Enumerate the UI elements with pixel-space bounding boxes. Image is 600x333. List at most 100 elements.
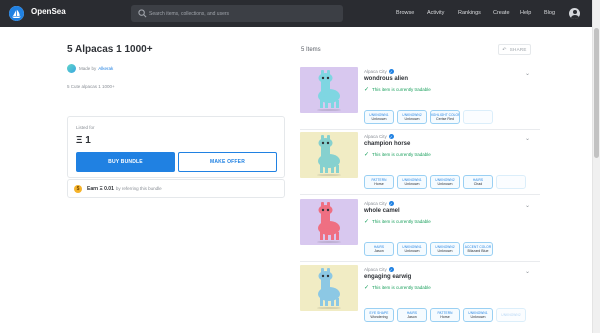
- trait-chip[interactable]: ACCENT COLOR Blizzard Blue: [463, 242, 493, 256]
- trait-chip[interactable]: UNKNOWN2: [496, 308, 526, 322]
- make-offer-button[interactable]: MAKE OFFER: [178, 152, 277, 172]
- nav-help[interactable]: Help: [520, 10, 531, 16]
- tradable-status: ✓ This item is currently tradable: [364, 151, 431, 158]
- card-divider: [300, 194, 540, 195]
- referral-panel: $ Earn Ξ 0.01 by referring this bundle: [67, 179, 285, 198]
- chevron-down-icon[interactable]: ⌄: [525, 268, 530, 275]
- made-by-label: Made by: [79, 66, 97, 71]
- share-button[interactable]: ↶ SHARE: [498, 44, 531, 55]
- trait-value: Horse: [374, 182, 384, 186]
- verified-badge-icon: ✓: [388, 134, 394, 139]
- collection-label: Alpaca City: [364, 201, 387, 206]
- chevron-down-icon[interactable]: ⌄: [525, 135, 530, 142]
- alpaca-image-icon: [317, 70, 341, 111]
- card-divider: [300, 261, 540, 262]
- item-name[interactable]: wondrous alien: [364, 76, 408, 82]
- creator-avatar[interactable]: [67, 64, 76, 73]
- bundle-description: 5 Cute alpacas 1 1000+: [67, 84, 115, 89]
- item-image[interactable]: [300, 265, 358, 311]
- trait-value: Chad: [473, 182, 483, 186]
- trait-value: Jason: [374, 249, 384, 253]
- bundle-item-card[interactable]: Alpaca City ✓ engaging earwig ✓ This ite…: [300, 265, 540, 329]
- check-icon: ✓: [364, 219, 370, 225]
- trait-chip[interactable]: PATTERN Horse: [430, 308, 460, 322]
- tradable-label: This item is currently tradable: [372, 285, 431, 290]
- trait-chip[interactable]: UNKNOWN2 Unknown: [397, 110, 427, 124]
- nav-activity[interactable]: Activity: [427, 10, 444, 16]
- nav-blog[interactable]: Blog: [544, 10, 555, 16]
- trait-chip[interactable]: UNKNOWN1 Unknown: [397, 175, 427, 189]
- item-name[interactable]: champion horse: [364, 141, 410, 147]
- share-label: SHARE: [509, 47, 527, 52]
- trait-chip[interactable]: HAIRS Chad: [463, 175, 493, 189]
- chevron-down-icon[interactable]: ⌄: [525, 202, 530, 209]
- made-by-line: Made by Alkerak: [67, 64, 113, 73]
- nav-browse[interactable]: Browse: [396, 10, 414, 16]
- trait-value: Jason: [407, 315, 417, 319]
- trait-chip[interactable]: HIGHLIGHT COLOR Cerise Red: [430, 110, 460, 124]
- trait-value: Blizzard Blue: [467, 249, 489, 253]
- account-avatar-icon[interactable]: [569, 8, 580, 19]
- item-image[interactable]: [300, 132, 358, 178]
- trait-value: Unknown: [404, 117, 420, 121]
- share-icon: ↶: [502, 46, 507, 53]
- trait-chip[interactable]: EYE SHAPE Wondering: [364, 308, 394, 322]
- bundle-item-card[interactable]: Alpaca City ✓ whole camel ✓ This item is…: [300, 199, 540, 263]
- trait-chip[interactable]: UNKNOWN1 Unknown: [364, 110, 394, 124]
- trait-type: UNKNOWN2: [501, 313, 521, 317]
- trait-list: UNKNOWN1 Unknown UNKNOWN2 Unknown HIGHLI…: [364, 110, 496, 124]
- tradable-label: This item is currently tradable: [372, 152, 431, 157]
- bundle-item-card[interactable]: Alpaca City ✓ champion horse ✓ This item…: [300, 132, 540, 196]
- items-count: 5 Items: [301, 47, 321, 53]
- search-bar[interactable]: [131, 5, 343, 22]
- trait-value: Unknown: [470, 315, 486, 319]
- page-scrollbar[interactable]: [592, 0, 600, 333]
- collection-name[interactable]: Alpaca City ✓: [364, 69, 394, 74]
- creator-link[interactable]: Alkerak: [98, 66, 113, 71]
- check-icon: ✓: [364, 152, 370, 158]
- collection-name[interactable]: Alpaca City ✓: [364, 134, 394, 139]
- bundle-price: Ξ 1: [76, 135, 91, 146]
- collection-name[interactable]: Alpaca City ✓: [364, 267, 394, 272]
- item-name[interactable]: engaging earwig: [364, 274, 411, 280]
- tradable-status: ✓ This item is currently tradable: [364, 218, 431, 225]
- collection-label: Alpaca City: [364, 69, 387, 74]
- collection-label: Alpaca City: [364, 134, 387, 139]
- coin-icon: $: [74, 184, 82, 193]
- trait-value: Cerise Red: [436, 117, 454, 121]
- trait-list: HAIRS Jason UNKNOWN1 Unknown UNKNOWN2 Un…: [364, 242, 496, 256]
- item-image[interactable]: [300, 199, 358, 245]
- nav-rankings[interactable]: Rankings: [458, 10, 481, 16]
- trait-value: Unknown: [437, 249, 453, 253]
- scrollbar-thumb[interactable]: [594, 28, 599, 158]
- buy-bundle-button[interactable]: BUY BUNDLE: [76, 152, 175, 172]
- trait-chip[interactable]: [463, 110, 493, 124]
- opensea-logo-icon[interactable]: [9, 6, 24, 21]
- alpaca-image-icon: [317, 202, 341, 243]
- trait-chip[interactable]: UNKNOWN2 Unknown: [430, 175, 460, 189]
- trait-list: EYE SHAPE Wondering HAIRS Jason PATTERN …: [364, 308, 529, 322]
- earn-amount: Earn Ξ 0.01: [87, 185, 114, 192]
- brand-name[interactable]: OpenSea: [31, 7, 66, 16]
- nav-create[interactable]: Create: [493, 10, 510, 16]
- trait-chip[interactable]: UNKNOWN1 Unknown: [463, 308, 493, 322]
- price-panel: Listed for Ξ 1 BUY BUNDLE MAKE OFFER: [67, 116, 285, 178]
- trait-list: PATTERN Horse UNKNOWN1 Unknown UNKNOWN2 …: [364, 175, 529, 189]
- trait-chip[interactable]: HAIRS Jason: [364, 242, 394, 256]
- chevron-down-icon[interactable]: ⌄: [525, 70, 530, 77]
- tradable-label: This item is currently tradable: [372, 219, 431, 224]
- search-input[interactable]: [149, 7, 339, 20]
- trait-chip[interactable]: UNKNOWN1 Unknown: [397, 242, 427, 256]
- item-name[interactable]: whole camel: [364, 208, 400, 214]
- bundle-item-card[interactable]: Alpaca City ✓ wondrous alien ✓ This item…: [300, 67, 540, 131]
- earn-description: by referring this bundle: [115, 186, 162, 191]
- trait-chip[interactable]: HAIRS Jason: [397, 308, 427, 322]
- trait-chip[interactable]: PATTERN Horse: [364, 175, 394, 189]
- trait-value: Horse: [440, 315, 450, 319]
- check-icon: ✓: [364, 285, 370, 291]
- item-image[interactable]: [300, 67, 358, 113]
- alpaca-image-icon: [317, 135, 341, 176]
- trait-chip[interactable]: [496, 175, 526, 189]
- collection-name[interactable]: Alpaca City ✓: [364, 201, 394, 206]
- trait-chip[interactable]: UNKNOWN2 Unknown: [430, 242, 460, 256]
